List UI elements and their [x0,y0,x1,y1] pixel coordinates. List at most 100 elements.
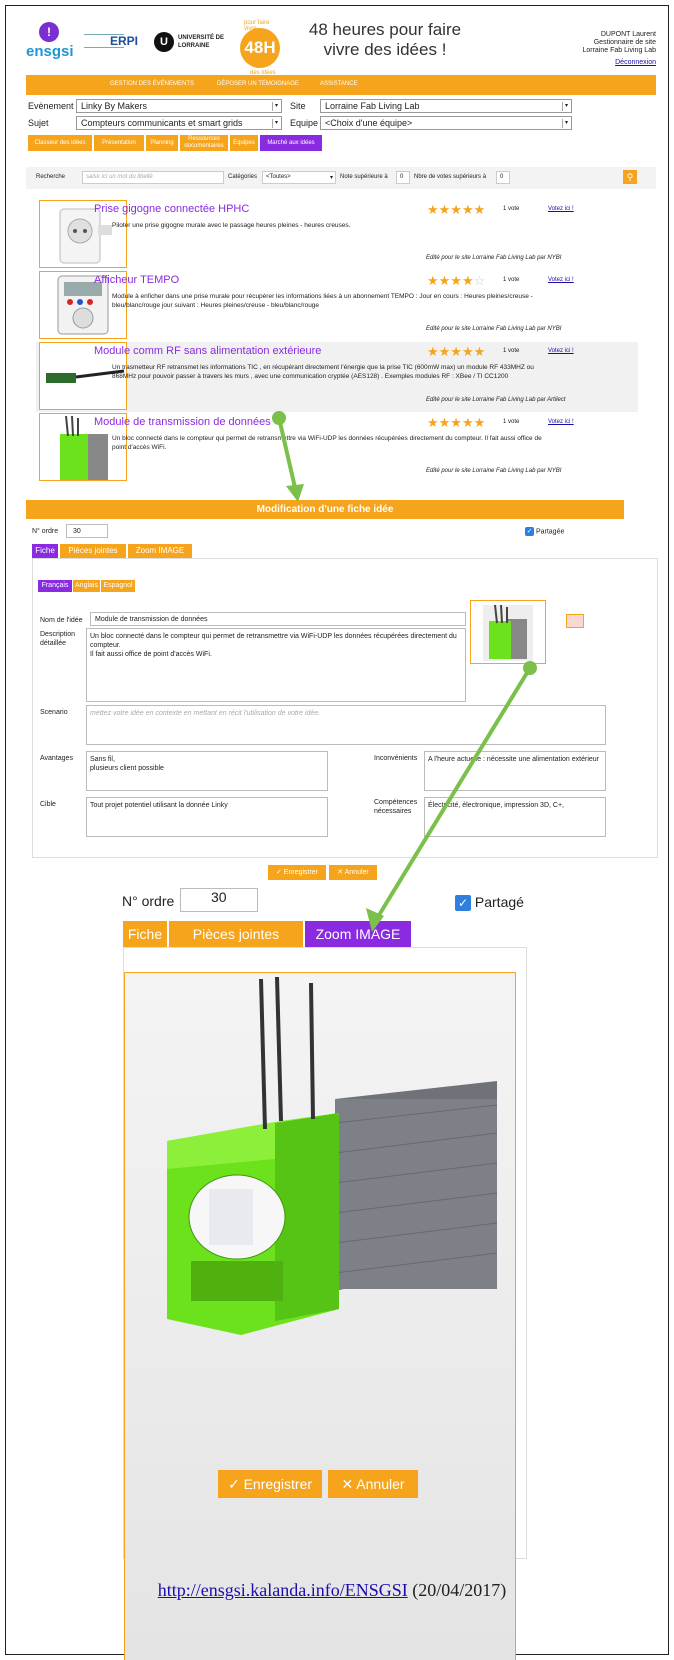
rating-stars: ★★★★☆ [427,273,486,288]
nav-item-assistance[interactable]: ASSISTANCE [320,81,358,87]
idea-title[interactable]: Module de transmission de données [94,416,271,428]
search-input[interactable]: saisir ici un mot du libellé [82,171,224,184]
rating-stars: ★★★★★ [427,202,486,217]
idea-description: Un trasmetteur RF retransmet les informa… [112,364,534,380]
description-label: Description détaillée [40,631,76,647]
tab-planning[interactable]: Planning [146,135,178,151]
zoom-order-input[interactable]: 30 [180,888,258,912]
page-title: 48 heures pour faire vivre des idées ! [308,20,462,59]
equipe-select[interactable]: <Choix d'une équipe> ▾ [320,116,572,130]
zoom-shared-checkbox[interactable]: ✓ Partagé [455,894,524,912]
erpi-logo-text: ERPI [110,34,139,48]
inconvenients-textarea[interactable]: A l'heure actuelle : nécessite une alime… [424,751,606,791]
order-label: N° ordre [32,528,59,535]
tab-espagnol[interactable]: Espagnol [101,580,135,592]
close-icon: ✕ [341,1476,354,1492]
nb-votes-label: Nbre de votes supérieurs à [414,174,487,180]
site-select[interactable]: Lorraine Fab Living Lab ▾ [320,99,572,113]
vote-link[interactable]: Votez ici ! [548,206,574,212]
zoom-cancel-button[interactable]: ✕ Annuler [328,1470,418,1498]
evenement-label: Evènement [28,101,74,111]
universite-lorraine-logo: U UNIVERSITÉ DE LORRAINE [154,32,224,56]
tab-ressources[interactable]: Ressources documentaires [180,135,228,151]
idea-description: Piloter une prise gigogne murale avec le… [112,222,351,229]
check-icon: ✓ [227,1476,240,1492]
user-info: DUPONT Laurent Gestionnaire de site Lorr… [560,31,656,67]
idea-name-input[interactable]: Module de transmission de données [90,612,466,626]
logout-link[interactable]: Déconnexion [615,59,656,66]
nav-item-temoignage[interactable]: DÉPOSER UN TÉMOIGNAGE [217,81,299,87]
order-input[interactable]: 30 [66,524,108,538]
tab-anglais[interactable]: Anglais [73,580,100,592]
idea-title[interactable]: Prise gigogne connectée HPHC [94,203,249,215]
categories-select[interactable]: <Toutes> ▾ [262,171,336,184]
user-name: DUPONT Laurent [600,31,656,38]
description-textarea[interactable]: Un bloc connecté dans le compteur qui pe… [86,628,466,702]
nav-item-gestion[interactable]: GESTION DES ÉVÉNEMENTS [110,81,194,87]
zoom-order-label: N° ordre [122,893,175,909]
tab-fiche[interactable]: Fiche [32,544,58,558]
equipe-label: Equipe [290,118,319,128]
sujet-select-value: Compteurs communicants et smart grids [81,118,243,128]
close-icon: ✕ [337,869,344,876]
tab-pieces-jointes[interactable]: Pièces jointes [60,544,126,558]
tab-classeur[interactable]: Classeur des idées [28,135,92,151]
idea-thumbnail[interactable] [470,600,546,664]
categories-label: Catégories [228,174,258,180]
check-icon: ✓ [275,869,282,876]
cible-textarea[interactable]: Tout projet potentiel utilisant la donné… [86,797,328,837]
idea-edited-by: Edité pour le site Lorraine Fab Living L… [426,255,562,261]
vote-count: 1 vote [503,348,520,354]
note-input[interactable]: 0 [396,171,410,184]
idea-row[interactable]: Module comm RF sans alimentation extérie… [36,342,638,412]
footer-link[interactable]: http://ensgsi.kalanda.info/ENSGSI [158,1580,408,1600]
save-button[interactable]: ✓ Enregistrer [268,865,326,880]
sujet-select[interactable]: Compteurs communicants et smart grids ▾ [76,116,282,130]
vote-link[interactable]: Votez ici ! [548,419,574,425]
competences-textarea[interactable]: Électricité, électronique, impression 3D… [424,797,606,837]
48h-logo-text: 48H [240,28,280,68]
scenario-label: Scenario [40,709,68,716]
ensgsi-logo: ! ensgsi [26,22,74,68]
zoom-save-button[interactable]: ✓ Enregistrer [218,1470,322,1498]
main-navbar: GESTION DES ÉVÉNEMENTS DÉPOSER UN TÉMOIG… [26,75,656,95]
nb-votes-input[interactable]: 0 [496,171,510,184]
zoom-tab-pieces-jointes[interactable]: Pièces jointes [169,921,303,947]
zoom-tab-zoom-image[interactable]: Zoom IMAGE [305,921,411,947]
cancel-button[interactable]: ✕ Annuler [329,865,377,880]
tab-zoom-image[interactable]: Zoom IMAGE [128,544,192,558]
idea-description: Un bloc connecté dans le compteur qui pe… [112,435,542,451]
idea-row[interactable]: Afficheur TEMPO Module à enficher dans u… [36,271,638,341]
search-button[interactable]: ⚲ [623,170,637,184]
shared-checkbox[interactable]: ✓ Partagée [525,527,564,536]
tab-equipes[interactable]: Equipes [230,135,258,151]
idea-row[interactable]: Module de transmission de données Un blo… [36,413,638,483]
idea-title[interactable]: Afficheur TEMPO [94,274,179,286]
avantages-label: Avantages [40,755,73,762]
tab-presentation[interactable]: Présentation [94,135,144,151]
scenario-textarea[interactable]: mettez votre idée en contexte en mettant… [86,705,606,745]
vote-link[interactable]: Votez ici ! [548,277,574,283]
zoom-tab-fiche[interactable]: Fiche [123,921,167,947]
search-label: Recherche [36,174,66,180]
idea-title[interactable]: Module comm RF sans alimentation extérie… [94,345,321,357]
vote-count: 1 vote [503,206,520,212]
footer-date: (20/04/2017) [412,1580,507,1600]
shared-label: Partagée [535,528,565,536]
avantages-textarea[interactable]: Sans fil, plusieurs client possible [86,751,328,791]
chevron-down-icon: ▾ [272,119,280,128]
tab-marche[interactable]: Marché aux idées [260,135,322,151]
chevron-down-icon: ▾ [329,175,333,181]
vote-link[interactable]: Votez ici ! [548,348,574,354]
inconvenients-label: Inconvénients [374,755,418,762]
erpi-logo: ERPI [84,30,144,54]
equipe-select-value: <Choix d'une équipe> [325,118,413,128]
zoom-save-label: Enregistrer [243,1476,313,1492]
upload-image-button[interactable] [566,614,584,628]
idea-edited-by: Edité pour le site Lorraine Fab Living L… [426,397,566,403]
evenement-select[interactable]: Linky By Makers ▾ [76,99,282,113]
ul-logo-text: UNIVERSITÉ DE LORRAINE [178,35,225,49]
site-select-value: Lorraine Fab Living Lab [325,101,420,111]
idea-row[interactable]: Prise gigogne connectée HPHC Piloter une… [36,200,638,270]
tab-francais[interactable]: Français [38,580,72,592]
